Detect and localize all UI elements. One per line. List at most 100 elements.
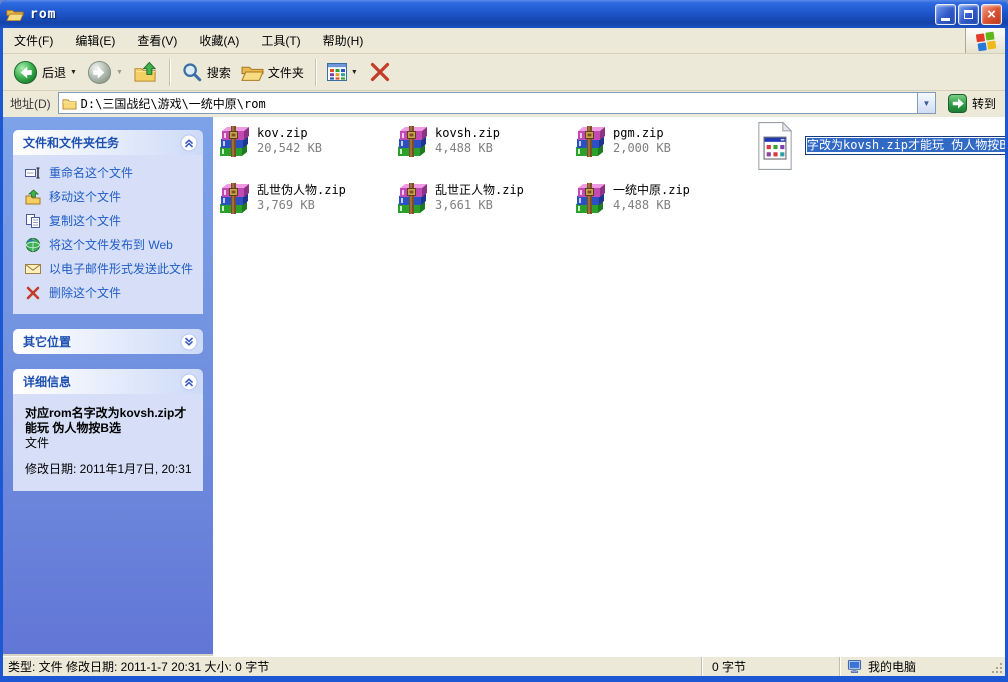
chevron-up-icon[interactable] xyxy=(180,373,198,391)
file-luanshi-wei-zip[interactable]: 乱世伪人物.zip 3,769 KB xyxy=(218,183,396,240)
my-computer-icon xyxy=(847,659,862,674)
close-icon: × xyxy=(987,7,996,22)
views-dropdown-icon: ▼ xyxy=(351,69,358,76)
file-size: 3,769 KB xyxy=(257,198,346,213)
file-size: 3,661 KB xyxy=(435,198,524,213)
forward-icon xyxy=(87,60,112,85)
task-publish-web[interactable]: 将这个文件发布到 Web xyxy=(25,238,197,253)
chevron-down-icon[interactable] xyxy=(180,333,198,351)
panel-details-header[interactable]: 详细信息 xyxy=(13,369,203,394)
file-being-renamed[interactable] xyxy=(753,121,797,174)
search-label: 搜索 xyxy=(207,64,231,81)
panel-file-tasks-header[interactable]: 文件和文件夹任务 xyxy=(13,130,203,155)
statusbar: 类型: 文件 修改日期: 2011-1-7 20:31 大小: 0 字节 0 字… xyxy=(3,656,1005,676)
toolbar-separator xyxy=(169,59,170,86)
up-folder-icon xyxy=(133,61,158,84)
panel-other-places-header[interactable]: 其它位置 xyxy=(13,329,203,354)
file-yitong-zhongyuan-zip[interactable]: 一统中原.zip 4,488 KB xyxy=(574,183,752,240)
task-move-file[interactable]: 移动这个文件 xyxy=(25,190,197,205)
move-folder-icon xyxy=(25,189,41,205)
resize-grip[interactable] xyxy=(991,657,1005,676)
chevron-up-icon[interactable] xyxy=(180,134,198,152)
winrar-archive-icon xyxy=(396,183,428,215)
minimize-icon xyxy=(941,18,950,21)
views-button[interactable]: ▼ xyxy=(323,57,362,88)
minimize-button[interactable] xyxy=(935,4,956,25)
file-name: kov.zip xyxy=(257,126,322,141)
file-name: 一统中原.zip xyxy=(613,183,690,198)
maximize-icon xyxy=(964,10,973,19)
menu-tools[interactable]: 工具(T) xyxy=(250,28,311,53)
go-label: 转到 xyxy=(972,95,996,112)
file-name: 乱世伪人物.zip xyxy=(257,183,346,198)
unknown-file-icon xyxy=(753,121,797,171)
menu-favorites[interactable]: 收藏(A) xyxy=(188,28,250,53)
rename-edit-box[interactable]: 字改为kovsh.zip才能玩 伪人物按B选 xyxy=(805,136,1005,155)
red-x-icon xyxy=(368,60,392,84)
task-copy-file[interactable]: 复制这个文件 xyxy=(25,214,197,229)
task-rename-file[interactable]: 重命名这个文件 xyxy=(25,166,197,181)
search-icon xyxy=(181,61,203,83)
toolbar: 后退 ▼ ▼ 搜索 文件夹 ▼ xyxy=(3,54,1005,91)
task-delete-file[interactable]: 删除这个文件 xyxy=(25,286,197,301)
menu-view[interactable]: 查看(V) xyxy=(126,28,188,53)
menu-edit[interactable]: 编辑(E) xyxy=(64,28,126,53)
up-button[interactable] xyxy=(129,57,162,88)
maximize-button[interactable] xyxy=(958,4,979,25)
address-input[interactable]: D:\三国战纪\游戏\一统中原\rom ▼ xyxy=(58,92,936,114)
panel-file-tasks: 文件和文件夹任务 重命名这个文件 移动这个文件 复制这个文件 xyxy=(13,130,203,314)
delete-x-icon xyxy=(25,285,41,301)
file-size: 4,488 KB xyxy=(613,198,690,213)
forward-dropdown-icon: ▼ xyxy=(116,69,123,76)
back-icon xyxy=(13,60,38,85)
rename-selected-text: 字改为kovsh.zip才能玩 伪人物按B选 xyxy=(807,138,1005,152)
file-name: kovsh.zip xyxy=(435,126,500,141)
titlebar: rom × xyxy=(0,0,1008,28)
task-label: 移动这个文件 xyxy=(49,190,121,204)
forward-button[interactable]: ▼ xyxy=(83,57,127,88)
close-button[interactable]: × xyxy=(981,4,1002,25)
status-location: 我的电脑 xyxy=(839,657,991,676)
file-name: pgm.zip xyxy=(613,126,671,141)
file-list-area[interactable]: kov.zip 20,542 KB kovsh.zip 4,488 KB pgm… xyxy=(213,117,1005,656)
file-kov-zip[interactable]: kov.zip 20,542 KB xyxy=(218,126,396,183)
file-pgm-zip[interactable]: pgm.zip 2,000 KB xyxy=(574,126,752,183)
go-button[interactable]: 转到 xyxy=(943,94,1001,113)
back-dropdown-icon[interactable]: ▼ xyxy=(70,69,77,76)
address-label: 地址(D) xyxy=(10,95,51,112)
windows-flag-icon xyxy=(975,30,997,52)
menu-help[interactable]: 帮助(H) xyxy=(312,28,375,53)
task-label: 删除这个文件 xyxy=(49,286,121,300)
folders-button[interactable]: 文件夹 xyxy=(237,57,308,88)
status-location-label: 我的电脑 xyxy=(868,658,916,675)
file-name: 乱世正人物.zip xyxy=(435,183,524,198)
broken-plugin-button[interactable] xyxy=(364,57,396,88)
winrar-archive-icon xyxy=(574,126,606,158)
details-file-type: 文件 xyxy=(25,436,195,451)
winrar-archive-icon xyxy=(574,183,606,215)
main-area: 文件和文件夹任务 重命名这个文件 移动这个文件 复制这个文件 xyxy=(3,117,1005,656)
panel-title: 详细信息 xyxy=(23,373,71,390)
address-path: D:\三国战纪\游戏\一统中原\rom xyxy=(81,95,266,112)
menu-file[interactable]: 文件(F) xyxy=(3,28,64,53)
status-file-info: 类型: 文件 修改日期: 2011-1-7 20:31 大小: 0 字节 xyxy=(3,658,701,675)
address-dropdown-button[interactable]: ▼ xyxy=(917,93,935,113)
file-luanshi-zheng-zip[interactable]: 乱世正人物.zip 3,661 KB xyxy=(396,183,574,240)
task-email-file[interactable]: 以电子邮件形式发送此文件 xyxy=(25,262,197,277)
panel-title: 其它位置 xyxy=(23,333,71,350)
back-button[interactable]: 后退 ▼ xyxy=(9,57,81,88)
file-kovsh-zip[interactable]: kovsh.zip 4,488 KB xyxy=(396,126,574,183)
explorer-window: rom × 文件(F) 编辑(E) 查看(V) 收藏(A) 工具(T) 帮助(H… xyxy=(0,0,1008,682)
go-arrow-icon xyxy=(948,94,967,113)
task-pane: 文件和文件夹任务 重命名这个文件 移动这个文件 复制这个文件 xyxy=(3,117,213,656)
winrar-archive-icon xyxy=(218,126,250,158)
winrar-archive-icon xyxy=(396,126,428,158)
back-label: 后退 xyxy=(42,64,66,81)
task-label: 将这个文件发布到 Web xyxy=(49,238,173,252)
folder-icon xyxy=(62,97,77,110)
menubar: 文件(F) 编辑(E) 查看(V) 收藏(A) 工具(T) 帮助(H) xyxy=(3,28,1005,54)
file-size: 4,488 KB xyxy=(435,141,500,156)
email-icon xyxy=(25,261,41,277)
search-button[interactable]: 搜索 xyxy=(177,57,235,88)
files-grid: kov.zip 20,542 KB kovsh.zip 4,488 KB pgm… xyxy=(218,126,752,240)
